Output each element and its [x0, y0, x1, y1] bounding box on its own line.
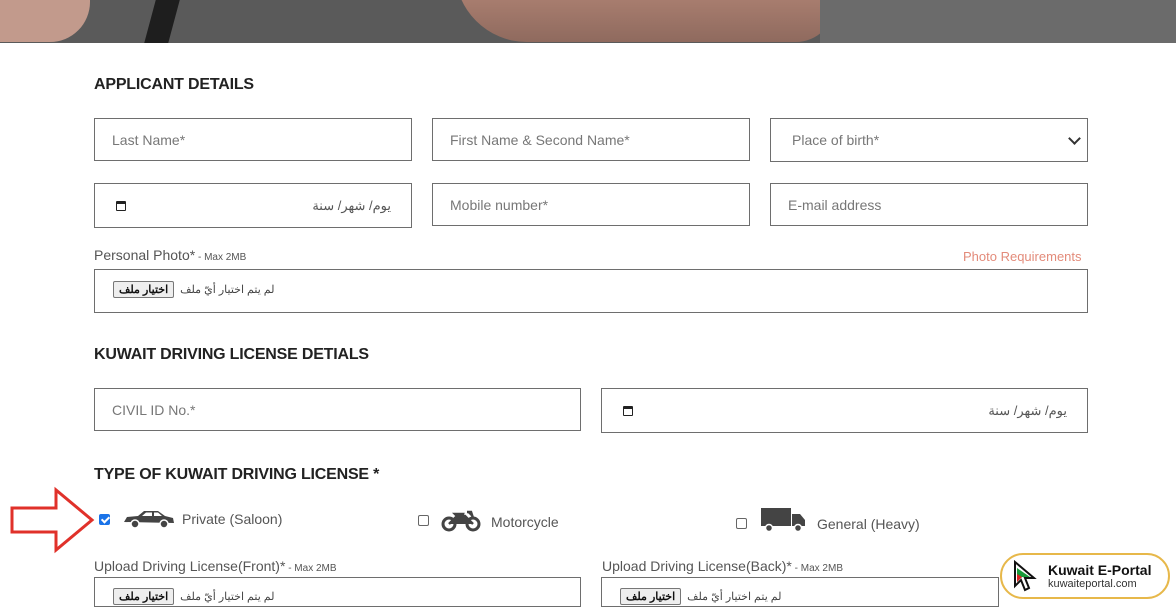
upload-back-choose-button[interactable]: اختيار ملف	[620, 588, 682, 605]
option-private-saloon[interactable]: Private (Saloon)	[99, 508, 282, 530]
mobile-field[interactable]	[432, 183, 750, 226]
hero-banner-image	[0, 0, 1176, 43]
option-general-heavy[interactable]: General (Heavy)	[736, 507, 920, 533]
watermark-url: kuwaiteportal.com	[1048, 577, 1137, 590]
place-of-birth-select[interactable]: Place of birth*	[770, 118, 1088, 162]
first-name-field[interactable]	[432, 118, 750, 161]
license-details-heading: KUWAIT DRIVING LICENSE DETIALS	[94, 346, 369, 363]
option-motorcycle[interactable]: Motorcycle	[418, 508, 559, 532]
personal-photo-file-control[interactable]: اختيار ملف لم يتم اختيار أيّ ملف	[113, 281, 274, 298]
license-date-text: يوم/ شهر/ سنة	[988, 402, 1067, 418]
watermark-title: Kuwait E-Portal	[1048, 561, 1152, 578]
upload-back-file-control[interactable]: اختيار ملف لم يتم اختيار أيّ ملف	[620, 588, 781, 605]
email-field[interactable]	[770, 183, 1088, 226]
photo-requirements-link[interactable]: Photo Requirements	[963, 249, 1082, 264]
truck-icon	[761, 508, 805, 533]
date-of-birth-field[interactable]: يوم/ شهر/ سنة	[94, 183, 412, 228]
upload-front-field[interactable]: اختيار ملف لم يتم اختيار أيّ ملف	[94, 577, 581, 607]
license-type-heading: TYPE OF KUWAIT DRIVING LICENSE *	[94, 466, 380, 483]
place-of-birth-value: Place of birth*	[792, 132, 880, 148]
personal-photo-label: Personal Photo* - Max 2MB	[94, 247, 246, 263]
upload-front-label-text: Upload Driving License(Front)*	[94, 558, 286, 574]
private-saloon-checkbox[interactable]	[99, 513, 110, 525]
kuwait-eportal-watermark: Kuwait E-Portal kuwaiteportal.com	[1000, 553, 1170, 599]
motorcycle-icon	[441, 510, 481, 532]
calendar-icon[interactable]	[623, 405, 633, 416]
general-heavy-checkbox[interactable]	[736, 517, 747, 529]
first-name-input[interactable]	[433, 119, 749, 160]
email-input[interactable]	[771, 184, 1087, 225]
motorcycle-label: Motorcycle	[491, 514, 559, 530]
kuwait-flag-cursor-icon	[1014, 560, 1037, 592]
personal-photo-choose-button[interactable]: اختيار ملف	[113, 281, 175, 298]
personal-photo-label-text: Personal Photo*	[94, 247, 196, 263]
hero-hand	[455, 0, 835, 42]
car-icon	[124, 511, 174, 529]
personal-photo-file-status: لم يتم اختيار أيّ ملف	[180, 284, 275, 296]
chevron-down-icon	[1068, 131, 1081, 145]
upload-back-label: Upload Driving License(Back)* - Max 2MB	[602, 558, 843, 574]
upload-front-choose-button[interactable]: اختيار ملف	[113, 588, 175, 605]
upload-back-field[interactable]: اختيار ملف لم يتم اختيار أيّ ملف	[601, 577, 999, 607]
upload-back-file-status: لم يتم اختيار أيّ ملف	[687, 591, 782, 603]
civil-id-input[interactable]	[95, 389, 580, 430]
last-name-input[interactable]	[95, 119, 411, 160]
upload-front-file-status: لم يتم اختيار أيّ ملف	[180, 591, 275, 603]
hero-pen	[144, 0, 180, 43]
upload-back-max: - Max 2MB	[791, 563, 843, 574]
license-date-field[interactable]: يوم/ شهر/ سنة	[601, 388, 1088, 433]
civil-id-field[interactable]	[94, 388, 581, 431]
hero-sleeve	[820, 0, 1176, 43]
applicant-details-heading: APPLICANT DETAILS	[94, 76, 254, 93]
calendar-icon[interactable]	[116, 200, 126, 211]
hero-hand-left	[0, 0, 90, 42]
upload-front-max: - Max 2MB	[285, 563, 337, 574]
motorcycle-checkbox[interactable]	[418, 514, 429, 526]
last-name-field[interactable]	[94, 118, 412, 161]
personal-photo-max: - Max 2MB	[195, 252, 247, 263]
date-of-birth-text: يوم/ شهر/ سنة	[312, 197, 391, 213]
mobile-input[interactable]	[433, 184, 749, 225]
general-heavy-label: General (Heavy)	[817, 516, 920, 532]
upload-back-label-text: Upload Driving License(Back)*	[602, 558, 792, 574]
upload-front-file-control[interactable]: اختيار ملف لم يتم اختيار أيّ ملف	[113, 588, 274, 605]
upload-front-label: Upload Driving License(Front)* - Max 2MB	[94, 558, 337, 574]
pointer-arrow-icon	[10, 486, 95, 554]
private-saloon-label: Private (Saloon)	[182, 511, 283, 527]
personal-photo-upload[interactable]: اختيار ملف لم يتم اختيار أيّ ملف	[94, 269, 1088, 313]
